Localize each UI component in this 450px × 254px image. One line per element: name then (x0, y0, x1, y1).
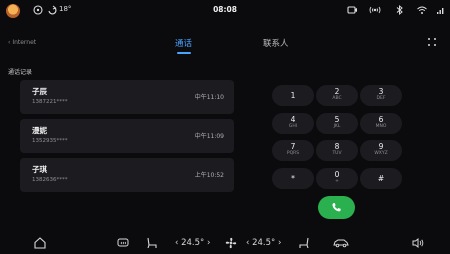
bluetooth-icon (396, 4, 403, 16)
status-bar: 18° 08:08 (0, 0, 450, 20)
key-digit: 6 (378, 115, 384, 124)
key-letters: MNO (375, 124, 387, 129)
dialpad-key-8[interactable]: 8 TUV (316, 140, 358, 161)
home-icon[interactable] (33, 236, 47, 250)
call-time: 上午10:52 (194, 172, 224, 179)
fan-icon[interactable] (224, 236, 238, 250)
contact-name: 子辰 (32, 87, 47, 96)
dialpad-key-4[interactable]: 4 GHI (272, 113, 314, 134)
car-icon[interactable] (332, 236, 350, 250)
rear-defrost-icon[interactable] (116, 236, 130, 250)
active-tab-indicator (177, 52, 191, 54)
dialpad-key-5[interactable]: 5 JKL (316, 113, 358, 134)
tab-contacts[interactable]: 联系人 (263, 37, 289, 49)
phone-number: 1387221**** (32, 99, 68, 105)
key-letters: PQRS (286, 151, 300, 156)
source-label-text: Internet (12, 39, 37, 46)
dialpad-key-9[interactable]: 9 WXYZ (360, 140, 402, 161)
dialpad-key-2[interactable]: 2 ABC (316, 85, 358, 106)
contact-name: 子琪 (32, 165, 47, 174)
right-temperature-value: 24.5° (252, 238, 276, 248)
key-digit: 3 (378, 87, 384, 96)
source-label[interactable]: ‹ Internet (8, 39, 36, 46)
audio-signal-icon (369, 6, 381, 14)
key-digit: 8 (334, 142, 340, 151)
dialpad-key-hash[interactable]: # (360, 168, 402, 189)
screen-cast-icon (347, 6, 357, 14)
call-log-item[interactable]: 子琪 1382636**** 上午10:52 (20, 158, 234, 192)
key-letters: DEF (376, 96, 386, 101)
signal-icon (437, 8, 444, 14)
clock: 08:08 (213, 5, 237, 14)
dialpad-key-1[interactable]: 1 (272, 85, 314, 106)
dialpad-key-star[interactable]: * (272, 168, 314, 189)
dialpad-key-0[interactable]: 0 + (316, 168, 358, 189)
call-time: 中午11:10 (194, 94, 224, 101)
phone-number: 1352935**** (32, 138, 68, 144)
call-button[interactable] (318, 196, 355, 219)
tab-calls[interactable]: 通话 (175, 37, 192, 49)
left-temperature[interactable]: ‹ 24.5° › (175, 238, 210, 248)
key-digit: # (377, 174, 385, 183)
key-letters: ABC (332, 96, 342, 101)
key-letters: JKL (333, 124, 341, 129)
header: ‹ Internet 通话 联系人 (0, 30, 450, 60)
key-digit: 5 (334, 115, 340, 124)
wifi-icon (417, 6, 427, 14)
dialpad-key-6[interactable]: 6 MNO (360, 113, 402, 134)
key-letters: GHI (288, 124, 298, 129)
left-temperature-value: 24.5° (181, 238, 205, 248)
key-digit: 1 (290, 91, 296, 100)
dialpad-key-3[interactable]: 3 DEF (360, 85, 402, 106)
call-log-title: 通话记录 (8, 69, 33, 76)
key-digit: 2 (334, 87, 340, 96)
call-log-item[interactable]: 漫妮 1352935**** 中午11:09 (20, 119, 234, 153)
key-letters: + (335, 179, 339, 184)
bottom-dock: ‹ 24.5° › ‹ 24.5° › (0, 232, 450, 254)
key-digit: * (291, 174, 295, 183)
key-digit: 0 (334, 170, 340, 179)
contact-name: 漫妮 (32, 126, 47, 135)
more-grid-icon[interactable] (428, 38, 437, 47)
key-letters: TUV (332, 151, 342, 156)
dialpad-key-7[interactable]: 7 PQRS (272, 140, 314, 161)
key-letters: WXYZ (374, 151, 388, 156)
key-digit: 4 (290, 115, 296, 124)
key-digit: 7 (290, 142, 296, 151)
volume-icon[interactable] (411, 236, 425, 250)
seat-heat-icon[interactable] (297, 236, 311, 250)
right-temperature[interactable]: ‹ 24.5° › (246, 238, 281, 248)
phone-icon (332, 203, 341, 212)
seat-heat-icon[interactable] (145, 236, 159, 250)
call-time: 中午11:09 (194, 133, 224, 140)
phone-number: 1382636**** (32, 177, 68, 183)
key-digit: 9 (378, 142, 384, 151)
call-log-item[interactable]: 子辰 1387221**** 中午11:10 (20, 80, 234, 114)
